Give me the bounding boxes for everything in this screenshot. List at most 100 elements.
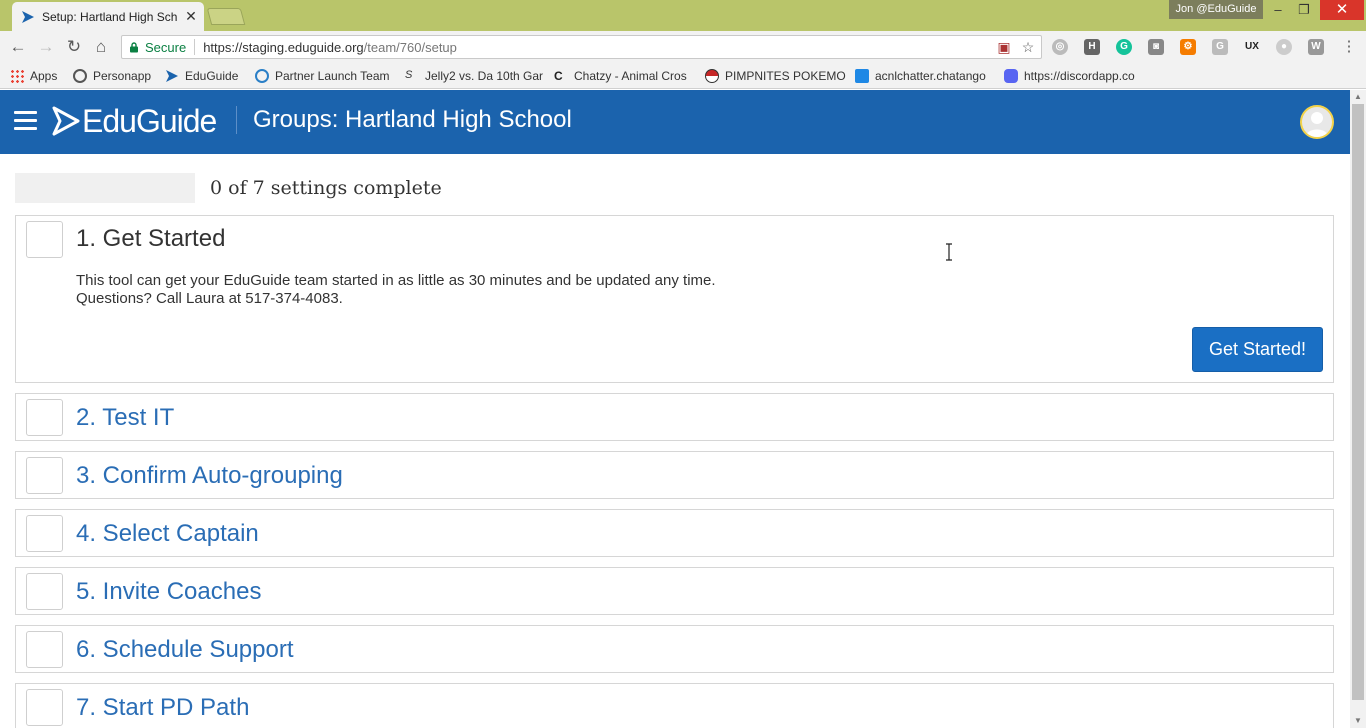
- get-started-button[interactable]: Get Started!: [1192, 327, 1323, 372]
- blocked-popup-icon[interactable]: ▣: [996, 39, 1012, 55]
- profile-name[interactable]: Jon @EduGuide: [1169, 0, 1263, 19]
- bookmark-label: Partner Launch Team: [275, 69, 390, 83]
- step-invite-coaches[interactable]: 5. Invite Coaches: [15, 567, 1334, 615]
- page-title: Groups: Hartland High School: [253, 106, 572, 133]
- bookmark-label: Apps: [30, 69, 58, 83]
- bookmark-item[interactable]: C Chatzy - Animal Cros: [554, 68, 687, 84]
- back-arrow-icon[interactable]: ←: [7, 36, 29, 58]
- jelly-icon: S: [405, 69, 413, 81]
- browser-tab-active[interactable]: Setup: Hartland High Sch ✕: [12, 2, 204, 31]
- progress-bar: [15, 173, 195, 203]
- step-start-pd-path[interactable]: 7. Start PD Path: [15, 683, 1334, 728]
- bookmark-item[interactable]: Personapp: [73, 68, 151, 84]
- brand-logo[interactable]: EduGuide: [52, 102, 217, 139]
- step-get-started: 1. Get Started This tool can get your Ed…: [15, 215, 1334, 383]
- apps-grid-icon: [10, 69, 24, 83]
- personapp-icon: [73, 69, 87, 83]
- step-checkbox[interactable]: [26, 573, 63, 610]
- bookmark-label: EduGuide: [185, 69, 239, 83]
- partner-icon: [255, 69, 269, 83]
- url-path: /team/760/setup: [363, 39, 457, 55]
- step-checkbox[interactable]: [26, 221, 63, 258]
- circle-extension-icon[interactable]: ●: [1276, 39, 1292, 55]
- chatango-icon: [855, 69, 869, 83]
- step-title[interactable]: 5. Invite Coaches: [76, 578, 261, 606]
- bookmark-item[interactable]: PIMPNITES POKEMO: [705, 68, 846, 84]
- step-title: 1. Get Started: [76, 225, 226, 252]
- step-title[interactable]: 7. Start PD Path: [76, 694, 249, 722]
- w-extension-icon[interactable]: W: [1308, 39, 1324, 55]
- reload-icon[interactable]: ↻: [63, 36, 85, 58]
- app-header: EduGuide Groups: Hartland High School: [0, 90, 1350, 154]
- browser-titlebar: Setup: Hartland High Sch ✕ Jon @EduGuide…: [0, 0, 1366, 31]
- secure-label: Secure: [145, 39, 187, 55]
- new-tab-button[interactable]: [206, 8, 246, 25]
- grammarly-extension-icon[interactable]: G: [1116, 39, 1132, 55]
- scrollbar-thumb[interactable]: [1352, 104, 1364, 700]
- bookmark-label: Personapp: [93, 69, 152, 83]
- pokeball-icon: [705, 69, 719, 83]
- bookmark-label: acnlchatter.chatango: [875, 69, 986, 83]
- step-confirm-auto-grouping[interactable]: 3. Confirm Auto-grouping: [15, 451, 1334, 499]
- step-description-line: Questions? Call Laura at 517-374-4083.: [76, 290, 343, 307]
- header-divider: [236, 106, 237, 134]
- step-checkbox[interactable]: [26, 457, 63, 494]
- hamburger-menu-icon[interactable]: [14, 111, 37, 130]
- step-checkbox[interactable]: [26, 399, 63, 436]
- h-extension-icon[interactable]: H: [1084, 39, 1100, 55]
- camera-extension-icon[interactable]: ◙: [1148, 39, 1164, 55]
- eduguide-logo-icon: [52, 106, 80, 136]
- g-extension-icon[interactable]: G: [1212, 39, 1228, 55]
- tab-title: Setup: Hartland High Sch: [42, 9, 178, 24]
- window-close-icon[interactable]: ✕: [1320, 0, 1364, 20]
- step-title[interactable]: 6. Schedule Support: [76, 636, 294, 664]
- step-test-it[interactable]: 2. Test IT: [15, 393, 1334, 441]
- user-silhouette-icon: [1306, 112, 1328, 137]
- tab-close-icon[interactable]: ✕: [184, 8, 198, 25]
- step-select-captain[interactable]: 4. Select Captain: [15, 509, 1334, 557]
- user-avatar[interactable]: [1300, 105, 1334, 139]
- bookmark-label: PIMPNITES POKEMO: [725, 69, 846, 83]
- omnibox-divider: [194, 39, 196, 55]
- address-bar[interactable]: Secure https://staging.eduguide.org/team…: [121, 35, 1042, 59]
- page-scrollbar[interactable]: ▲ ▼: [1350, 90, 1366, 728]
- step-description-line: This tool can get your EduGuide team sta…: [76, 272, 716, 289]
- bookmarks-bar: Apps Personapp EduGuide Partner Launch T…: [0, 63, 1366, 89]
- bookmark-item[interactable]: S Jelly2 vs. Da 10th Gar: [405, 68, 543, 84]
- step-checkbox[interactable]: [26, 515, 63, 552]
- chatzy-icon: C: [554, 69, 563, 83]
- bookmark-star-icon[interactable]: ☆: [1020, 39, 1036, 55]
- discord-icon: [1004, 69, 1018, 83]
- restore-icon[interactable]: ❐: [1291, 0, 1317, 20]
- step-title[interactable]: 4. Select Captain: [76, 520, 259, 548]
- brand-name: EduGuide: [82, 102, 217, 139]
- bookmark-item[interactable]: acnlchatter.chatango: [855, 68, 986, 84]
- bookmark-item[interactable]: Partner Launch Team: [255, 68, 390, 84]
- step-checkbox[interactable]: [26, 631, 63, 668]
- bookmark-item[interactable]: EduGuide: [165, 68, 238, 84]
- bookmark-item[interactable]: Apps: [10, 68, 57, 84]
- step-description: This tool can get your EduGuide team sta…: [76, 272, 716, 308]
- step-checkbox[interactable]: [26, 689, 63, 726]
- settings-progress: 0 of 7 settings complete: [15, 173, 442, 203]
- step-title[interactable]: 2. Test IT: [76, 404, 174, 432]
- eduguide-favicon-icon: [22, 10, 34, 23]
- bookmark-label: Chatzy - Animal Cros: [574, 69, 687, 83]
- scroll-down-icon[interactable]: ▼: [1350, 714, 1366, 728]
- bookmark-label: https://discordapp.co: [1024, 69, 1135, 83]
- bookmark-item[interactable]: https://discordapp.co: [1004, 68, 1135, 84]
- globe-extension-icon[interactable]: ◎: [1052, 39, 1068, 55]
- minimize-icon[interactable]: –: [1265, 0, 1291, 20]
- step-schedule-support[interactable]: 6. Schedule Support: [15, 625, 1334, 673]
- text-cursor-icon: [946, 243, 952, 261]
- home-icon[interactable]: ⌂: [90, 36, 112, 58]
- chrome-menu-icon[interactable]: ⋮: [1338, 36, 1360, 58]
- scroll-up-icon[interactable]: ▲: [1350, 90, 1366, 104]
- progress-label: 0 of 7 settings complete: [210, 177, 442, 199]
- step-title[interactable]: 3. Confirm Auto-grouping: [76, 462, 343, 490]
- forward-arrow-icon[interactable]: →: [35, 36, 57, 58]
- eduguide-icon: [166, 70, 178, 82]
- ux-extension-icon[interactable]: UX: [1244, 39, 1260, 55]
- url-host: https://staging.eduguide.org: [203, 39, 364, 55]
- hubspot-extension-icon[interactable]: ⚙: [1180, 39, 1196, 55]
